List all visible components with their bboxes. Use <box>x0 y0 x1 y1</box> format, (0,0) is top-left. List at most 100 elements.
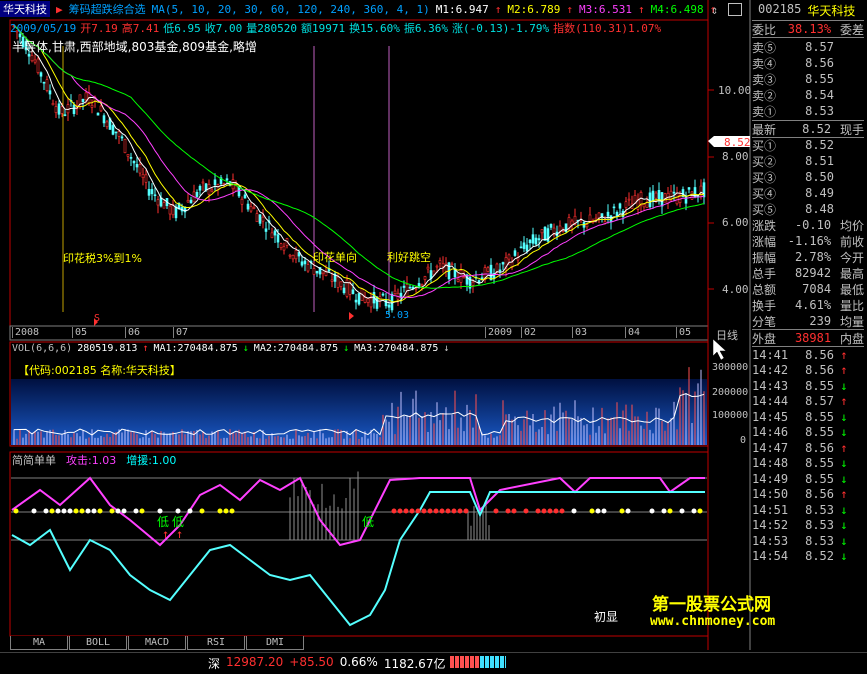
tick-row[interactable]: 14:44 8.57 ↑ <box>752 394 864 409</box>
tick-row[interactable]: 14:45 8.55 ↓ <box>752 409 864 424</box>
indicator-dot <box>541 508 547 514</box>
candle-body <box>423 276 427 280</box>
candle-body <box>258 214 262 224</box>
watermark-url: www.chnmoney.com <box>650 614 776 629</box>
latest-price: 8.52 <box>802 122 832 136</box>
tick-row[interactable]: 14:49 8.55 ↓ <box>752 471 864 486</box>
bid-row[interactable]: 买③ 8.50 <box>752 169 864 185</box>
candle-body <box>138 164 142 174</box>
stat-row[interactable]: 涨幅 -1.16% 前收 <box>752 233 864 249</box>
candle-body <box>45 79 49 91</box>
candle-body <box>537 238 541 241</box>
bid-row[interactable]: 买① 8.52 <box>752 137 864 153</box>
ask-row[interactable]: 卖③ 8.55 <box>752 71 864 87</box>
candle-body <box>507 254 511 260</box>
stat-row[interactable]: 总额 7084 最低 <box>752 281 864 297</box>
stock-name[interactable]: 华天科技 <box>0 1 50 17</box>
date-axis-label: 02 <box>521 327 536 338</box>
tick-row[interactable]: 14:43 8.55 ↓ <box>752 378 864 393</box>
candle-body <box>606 211 610 217</box>
indicator-dot <box>493 508 499 514</box>
change-value: 涨(-0.13)-1.79% <box>451 22 550 35</box>
tick-row[interactable]: 14:46 8.55 ↓ <box>752 425 864 440</box>
tab-rsi[interactable]: RSI <box>187 636 245 650</box>
stat-row[interactable]: 换手 4.61% 量比 <box>752 297 864 313</box>
play-icon[interactable]: ▶ <box>56 3 63 16</box>
candle-body <box>495 263 499 273</box>
candle-body <box>30 55 34 62</box>
indicator-dot <box>397 508 403 514</box>
indicator-dot <box>13 508 19 514</box>
candle-body <box>96 112 100 116</box>
date-axis-label: 2008 <box>12 327 39 338</box>
tab-ma[interactable]: MA <box>10 636 68 650</box>
market-index: 深 12987.20 +85.50 0.66% 1182.67亿 <box>208 655 445 672</box>
indicator-dot <box>223 508 229 514</box>
watermark-title: 第一股票公式网 <box>652 595 771 615</box>
indicator-dot <box>559 508 565 514</box>
indicator-dot <box>199 508 205 514</box>
current-price-tag: 8.52 <box>724 136 751 149</box>
candle-body <box>444 262 448 272</box>
vol-ma2: MA2:270484.875 <box>253 343 339 354</box>
indicator-name[interactable]: 筹码超跌综合选 <box>69 1 146 17</box>
tick-row[interactable]: 14:53 8.53 ↓ <box>752 533 864 548</box>
indicator-dot <box>97 508 103 514</box>
candle-body <box>336 276 340 288</box>
tick-row[interactable]: 14:52 8.53 ↓ <box>752 518 864 533</box>
candle-body <box>246 203 250 210</box>
vol-axis-label: 100000 <box>712 410 749 421</box>
candle-body <box>654 192 658 199</box>
stat-row[interactable]: 振幅 2.78% 今开 <box>752 249 864 265</box>
stat-row[interactable]: 总手 82942 最高 <box>752 265 864 281</box>
tick-row[interactable]: 14:54 8.52 ↓ <box>752 549 864 564</box>
candle-body <box>438 260 442 264</box>
indicator-dot <box>49 508 55 514</box>
indicator-dot <box>61 508 67 514</box>
ask-row[interactable]: 卖④ 8.56 <box>752 55 864 71</box>
tick-row[interactable]: 14:41 8.56 ↑ <box>752 347 864 362</box>
ask-row[interactable]: 卖① 8.53 <box>752 103 864 119</box>
indicator-dot <box>523 508 529 514</box>
candle-body <box>162 202 166 209</box>
tick-row[interactable]: 14:50 8.56 ↑ <box>752 487 864 502</box>
ask-row[interactable]: 卖② 8.54 <box>752 87 864 103</box>
indicator-dot <box>601 508 607 514</box>
indicator-dot <box>433 508 439 514</box>
indicator-dot <box>55 508 61 514</box>
stat-row[interactable]: 涨跌 -0.10 均价 <box>752 217 864 233</box>
candle-body <box>381 293 385 296</box>
tick-row[interactable]: 14:48 8.55 ↓ <box>752 456 864 471</box>
candle-body <box>687 187 691 190</box>
bid-row[interactable]: 买⑤ 8.48 <box>752 201 864 217</box>
annotation-good-news: 利好跳空 <box>387 251 431 264</box>
bid-row[interactable]: 买④ 8.49 <box>752 185 864 201</box>
index-value: 12987.20 <box>226 655 284 669</box>
window-icon[interactable] <box>728 3 742 16</box>
tab-dmi[interactable]: DMI <box>246 636 304 650</box>
indicator-dot <box>679 508 685 514</box>
candle-body <box>240 198 244 205</box>
ask-row[interactable]: 卖⑤ 8.57 <box>752 39 864 55</box>
indicator-title[interactable]: 简简单单 <box>12 452 56 468</box>
tick-row[interactable]: 14:42 8.56 ↑ <box>752 363 864 378</box>
tab-macd[interactable]: MACD <box>128 636 186 650</box>
indicator-dot <box>73 508 79 514</box>
tick-row[interactable]: 14:47 8.56 ↑ <box>752 440 864 455</box>
indicator-dot <box>457 508 463 514</box>
indicator-dot <box>79 508 85 514</box>
indicator-dot <box>409 508 415 514</box>
chevron-up-down-icon[interactable]: ⇕ <box>711 3 718 17</box>
candle-body <box>189 199 193 204</box>
candle-body <box>291 255 295 260</box>
stat-row[interactable]: 分笔 239 均量 <box>752 313 864 329</box>
tab-boll[interactable]: BOLL <box>69 636 127 650</box>
bid-row[interactable]: 买② 8.51 <box>752 153 864 169</box>
down-arrow-icon: ↓ <box>840 549 848 563</box>
period-label[interactable]: 日线 <box>716 327 738 343</box>
candle-body <box>618 203 622 209</box>
candle-body <box>156 199 160 206</box>
indicator-dot <box>427 508 433 514</box>
candle-body <box>264 228 268 232</box>
tick-row[interactable]: 14:51 8.53 ↓ <box>752 502 864 517</box>
